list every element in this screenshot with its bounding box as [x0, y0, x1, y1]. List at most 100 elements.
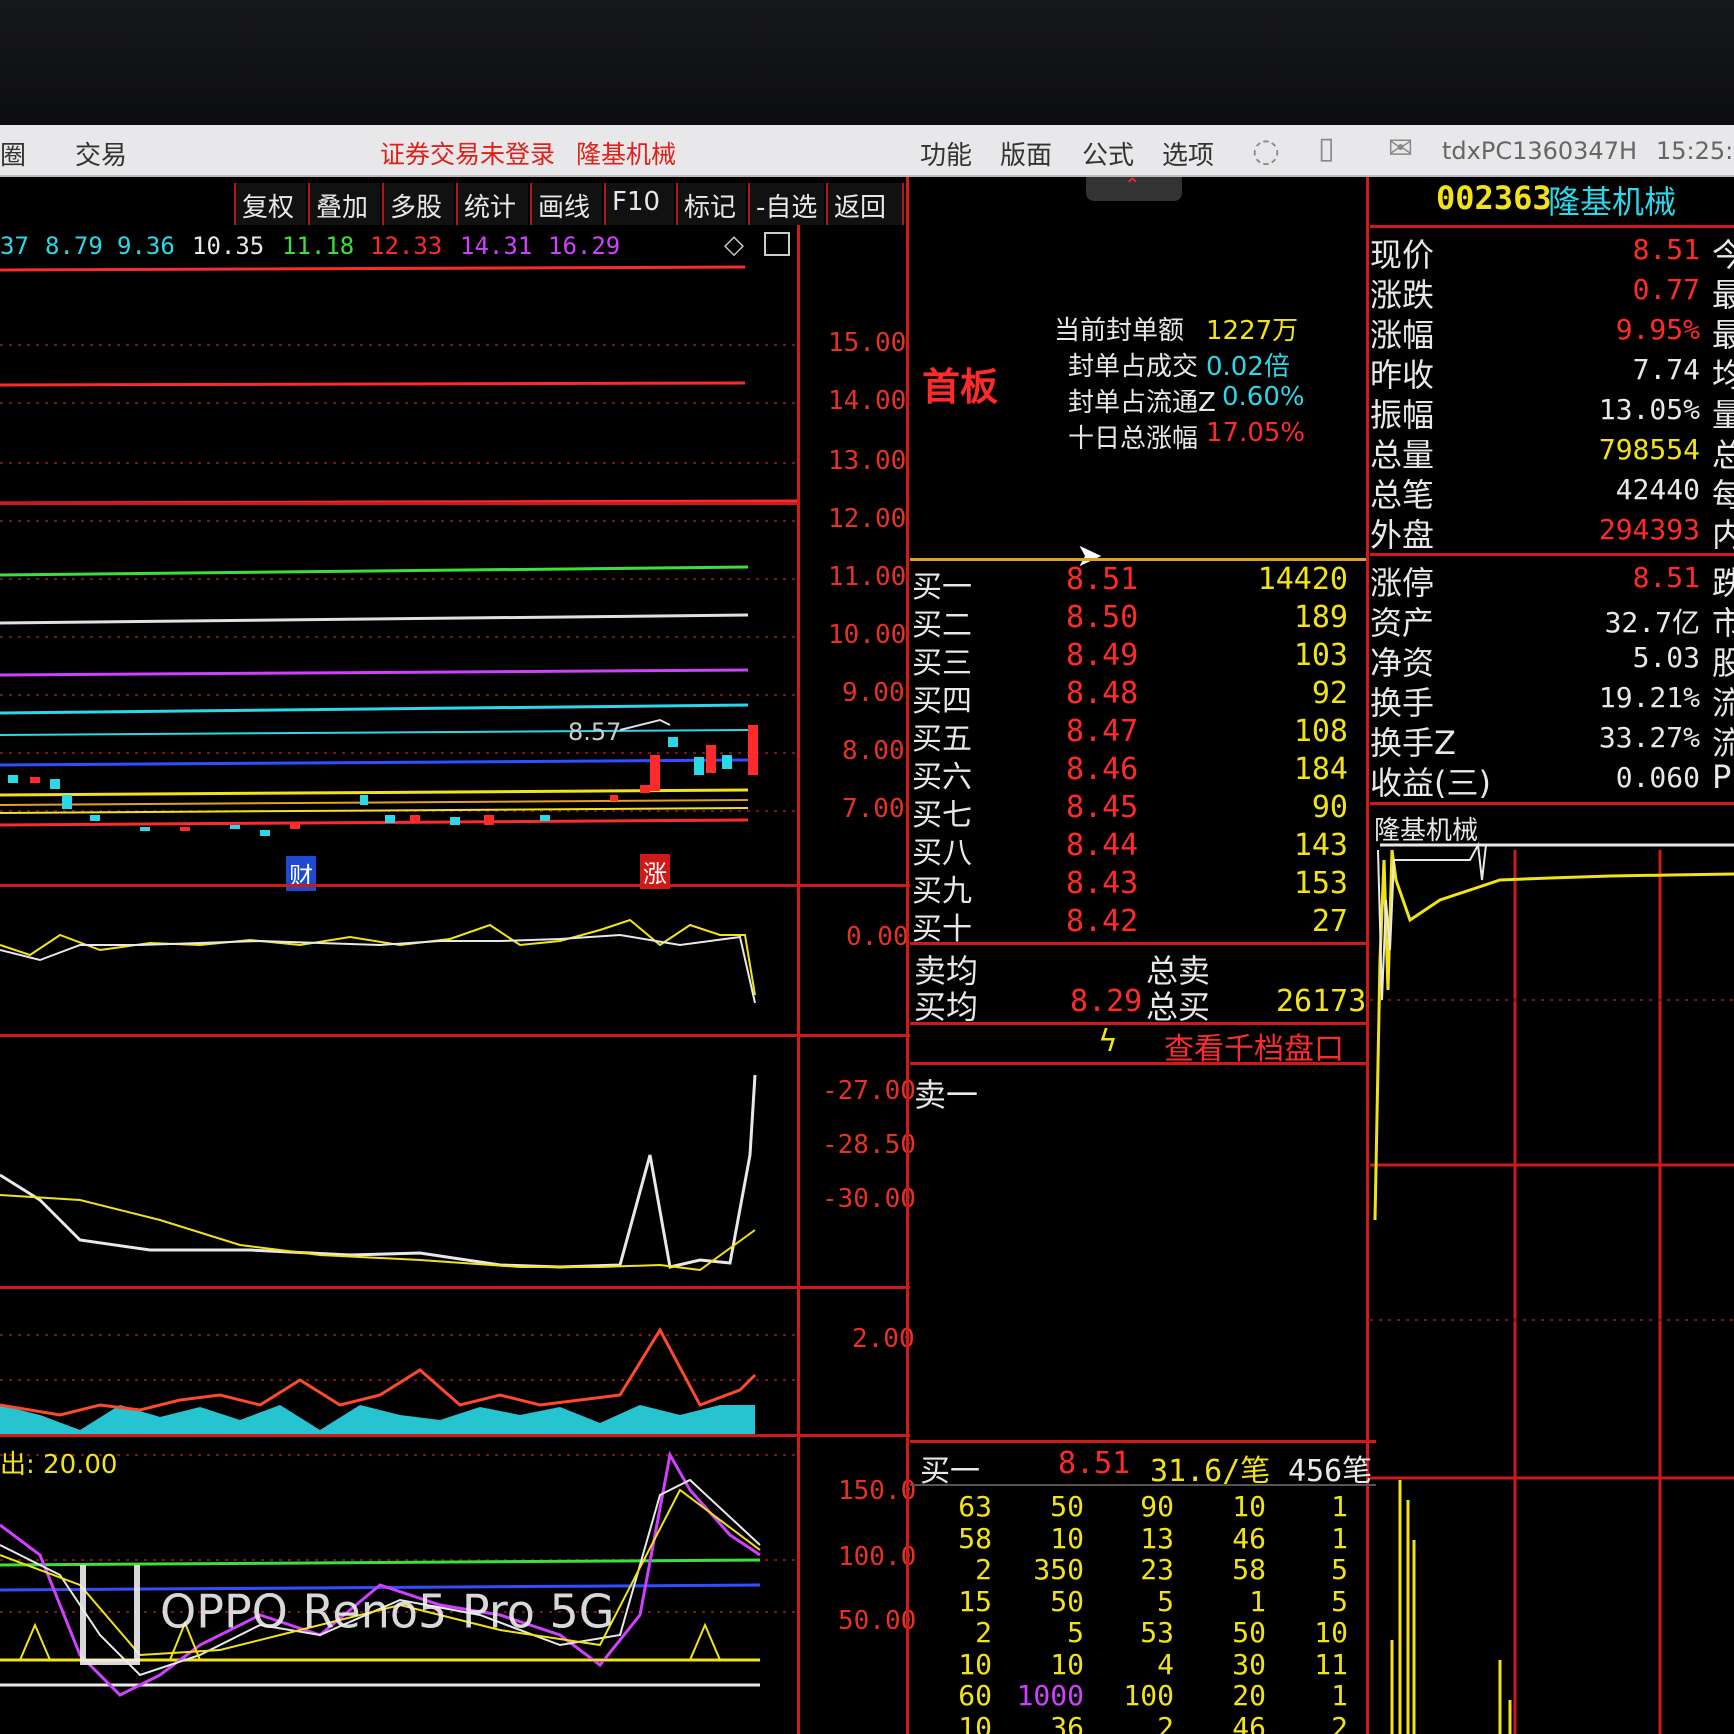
- seal-amount-label: 当前封单额: [1054, 316, 1185, 346]
- bid-row[interactable]: 买二 8.50 189: [910, 600, 1360, 643]
- price-axis-label: 11.00: [828, 562, 907, 592]
- divider: [0, 502, 800, 505]
- stat-row: 总量 798554 总: [1370, 430, 1734, 474]
- panel-divider: [906, 177, 909, 1734]
- divider: [0, 1034, 910, 1037]
- queue-cell: 10: [1050, 1521, 1084, 1555]
- queue-price: 8.51: [1058, 1446, 1131, 1481]
- bid-row[interactable]: 买四 8.48 92: [910, 676, 1360, 719]
- bid-volume: 103: [1293, 638, 1348, 673]
- mail-icon[interactable]: ✉: [1388, 131, 1413, 166]
- stat-value: 9.95%: [1615, 313, 1700, 346]
- menu-item-options[interactable]: 选项: [1162, 135, 1214, 172]
- indicator-axis-label: -28.50: [822, 1130, 916, 1160]
- menu-item-formula[interactable]: 公式: [1082, 135, 1134, 172]
- queue-cell: 20: [1232, 1679, 1266, 1712]
- stat-row: 换手Z 33.27% 流: [1370, 718, 1734, 762]
- button-mark[interactable]: 标记: [676, 183, 746, 225]
- stat-tail: P: [1712, 758, 1732, 796]
- menu-bar: 圈 交易 证券交易未登录 隆基机械 功能 版面 公式 选项 ◌ ▯ ✉ tdxP…: [0, 125, 1734, 177]
- queue-cell: 5: [1331, 1553, 1348, 1586]
- lightning-icon: ϟ: [1098, 1024, 1118, 1059]
- queue-row: 10 36 2 46 2: [0, 1711, 1348, 1734]
- stat-row: 换手 19.21% 流: [1370, 678, 1734, 722]
- menu-item-function[interactable]: 功能: [920, 135, 972, 172]
- stat-value: 294393: [1598, 513, 1700, 546]
- queue-header: 买一 8.51 31.6/笔 456笔: [914, 1446, 1374, 1489]
- button-watchlist[interactable]: -自选: [748, 183, 824, 225]
- stat-row: 振幅 13.05% 量: [1370, 390, 1734, 434]
- queue-cell: 30: [1232, 1647, 1266, 1681]
- queue-cell: 46: [1232, 1521, 1266, 1555]
- stat-row: 涨停 8.51 跌: [1370, 558, 1734, 602]
- stock-code: 002363: [1436, 179, 1552, 217]
- queue-cell: 10: [1314, 1616, 1348, 1649]
- queue-cell: 50: [1050, 1490, 1084, 1523]
- bid-price: 8.43: [1066, 866, 1139, 901]
- queue-cell: 1: [1331, 1490, 1348, 1523]
- stat-value: 13.05%: [1598, 393, 1700, 426]
- stat-label: 外盘: [1370, 516, 1435, 554]
- bid-row[interactable]: 买一 8.51 14420: [910, 562, 1360, 605]
- queue-cell: 1: [1331, 1521, 1348, 1555]
- divider: [910, 1062, 1366, 1065]
- queue-cell: 50: [1050, 1584, 1084, 1618]
- clock: 15:25:: [1656, 137, 1734, 165]
- bid-row[interactable]: 买八 8.44 143: [910, 828, 1360, 871]
- bid-row[interactable]: 买五 8.47 108: [910, 714, 1360, 757]
- ten-day-label: 十日总涨幅: [1068, 424, 1199, 454]
- bid-volume: 27: [1311, 904, 1348, 939]
- phone-icon[interactable]: ▯: [1318, 131, 1335, 166]
- queue-cell: 13: [1140, 1521, 1174, 1555]
- panel-toggle-icon[interactable]: [764, 232, 790, 256]
- bid-volume: 153: [1293, 866, 1348, 901]
- button-back[interactable]: 返回: [826, 183, 904, 225]
- queue-cell: 2: [975, 1616, 992, 1649]
- bid-volume: 189: [1293, 600, 1348, 635]
- button-overlay[interactable]: 叠加: [308, 183, 380, 225]
- bid-row[interactable]: 买七 8.45 90: [910, 790, 1360, 833]
- divider: [1370, 802, 1734, 805]
- stat-value: 8.51: [1632, 233, 1700, 266]
- price-axis-label: 13.00: [828, 446, 907, 476]
- chart-axis-divider: [797, 225, 800, 1734]
- bid-row[interactable]: 买十 8.42 27: [910, 904, 1360, 947]
- queue-cell: 58: [1232, 1553, 1266, 1586]
- divider: [0, 884, 910, 887]
- bid-volume: 14420: [1257, 562, 1348, 597]
- menu-stock-name: 隆基机械: [576, 140, 677, 169]
- stat-value: 33.27%: [1598, 721, 1700, 754]
- button-statistics[interactable]: 统计: [456, 183, 528, 225]
- button-multi-stock[interactable]: 多股: [382, 183, 454, 225]
- stat-row: 涨幅 9.95% 最: [1370, 310, 1734, 354]
- menu-item-layout[interactable]: 版面: [1000, 135, 1052, 172]
- stat-row: 外盘 294393 内: [1370, 510, 1734, 554]
- button-draw-line[interactable]: 画线: [530, 183, 602, 225]
- headset-icon[interactable]: ◌: [1252, 131, 1280, 169]
- collapse-handle[interactable]: ⌃: [1086, 173, 1182, 201]
- bid-row[interactable]: 买三 8.49 103: [910, 638, 1360, 681]
- queue-cell: 100: [1123, 1679, 1174, 1712]
- button-restore-rights[interactable]: 复权: [234, 183, 306, 225]
- queue-cell: 2: [1331, 1710, 1348, 1734]
- queue-cell: 46: [1232, 1710, 1266, 1734]
- seal-vs-trade-label: 封单占成交: [1068, 352, 1199, 382]
- bid-volume: 92: [1311, 676, 1348, 711]
- price-axis-label: 15.00: [828, 328, 907, 358]
- bid-row[interactable]: 买六 8.46 184: [910, 752, 1360, 795]
- queue-cell: 23: [1140, 1553, 1174, 1586]
- seal-vs-float-label: 封单占流通Z: [1068, 388, 1216, 418]
- menu-item-trade[interactable]: 交易: [75, 135, 127, 172]
- bid-row[interactable]: 买九 8.43 153: [910, 866, 1360, 909]
- menu-item-left[interactable]: 圈: [0, 135, 26, 172]
- queue-cell: 5: [1157, 1584, 1174, 1618]
- bid-volume: 184: [1293, 752, 1348, 787]
- total-buy-value: 26173: [1276, 984, 1367, 1019]
- stat-label: 收益(三): [1370, 764, 1491, 802]
- price-axis-label: 9.00: [842, 678, 905, 708]
- stat-row: 总笔 42440 每: [1370, 470, 1734, 514]
- button-f10[interactable]: F10: [604, 183, 674, 225]
- bid-volume: 143: [1293, 828, 1348, 863]
- queue-row: 58 10 13 46 1: [0, 1522, 1348, 1555]
- board-title: 首板: [922, 365, 999, 409]
